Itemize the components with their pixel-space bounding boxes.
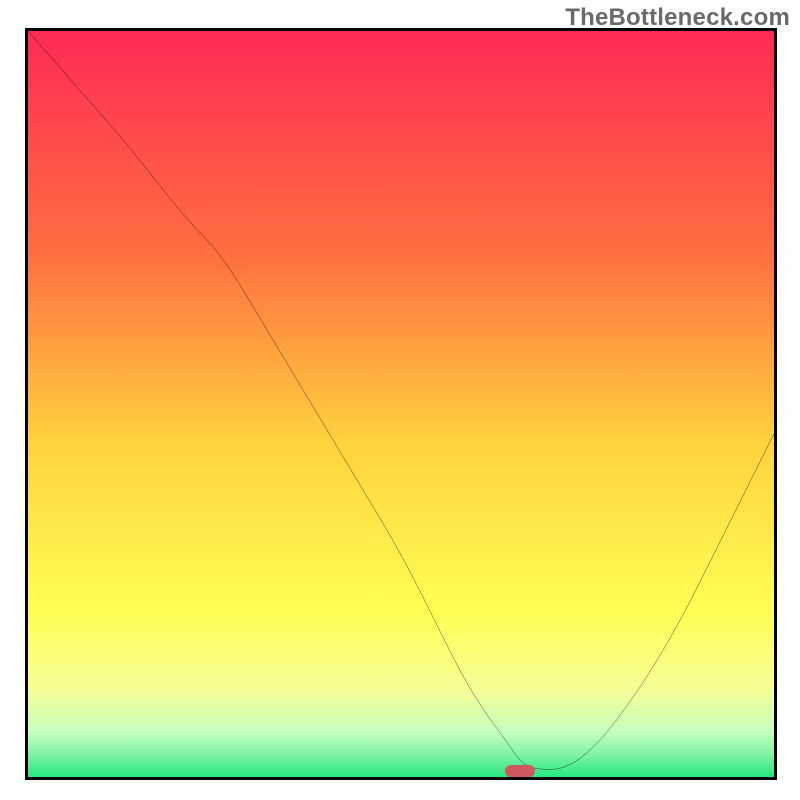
- plot-area: [25, 28, 777, 780]
- bottleneck-curve: [28, 31, 774, 777]
- chart-frame: TheBottleneck.com: [0, 0, 800, 800]
- watermark-text: TheBottleneck.com: [565, 4, 790, 32]
- optimal-marker: [505, 765, 535, 777]
